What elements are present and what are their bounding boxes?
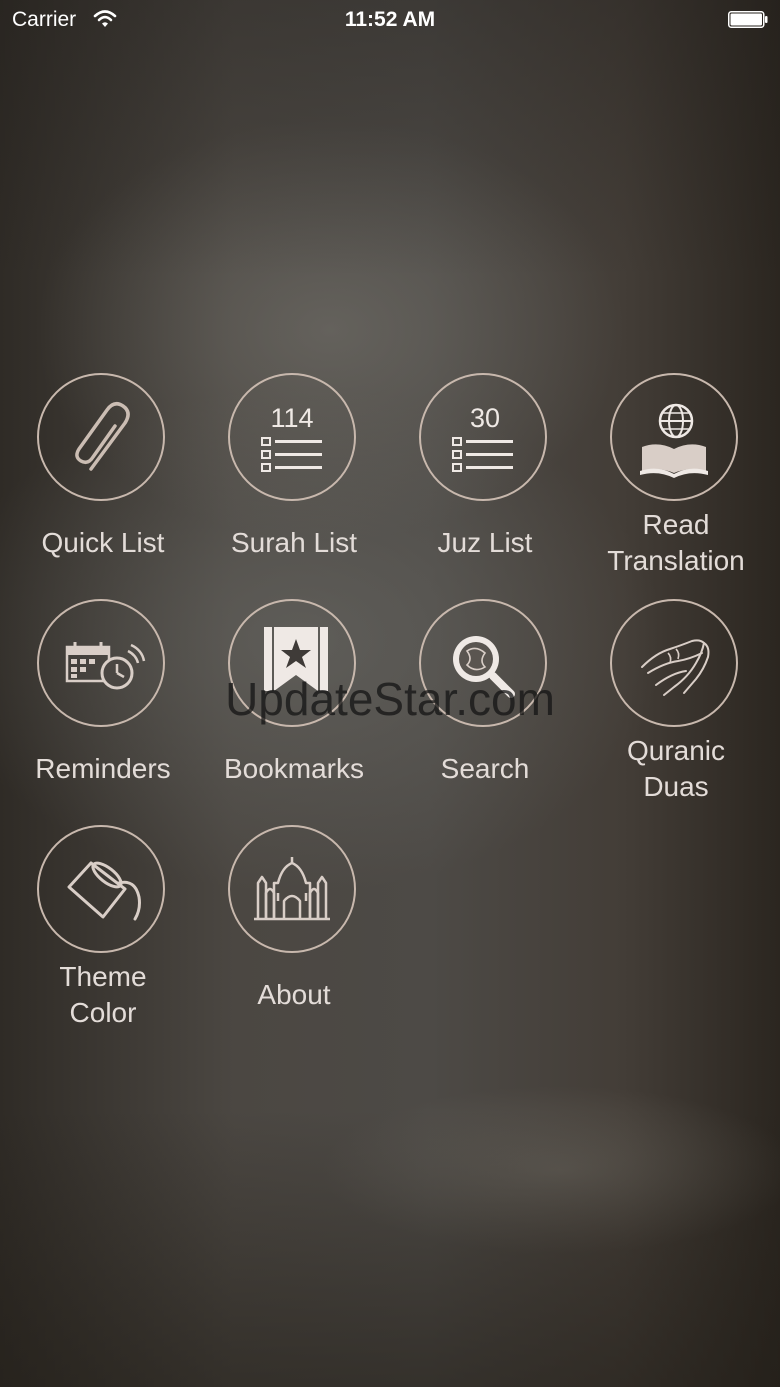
- battery-icon: [728, 11, 768, 28]
- watermark: UpdateStar.com: [225, 673, 555, 725]
- list-icon: 114: [261, 403, 322, 472]
- search-label: Search: [440, 753, 530, 784]
- surah-list-button[interactable]: 114: [228, 373, 356, 501]
- juz-list-button[interactable]: 30: [419, 373, 547, 501]
- quick-list-label: Quick List: [41, 527, 165, 558]
- list-icon: 30: [452, 403, 513, 472]
- quick-list-button[interactable]: [37, 373, 165, 501]
- read-translation-label: Read Translation: [607, 509, 745, 576]
- clock: 11:52 AM: [344, 8, 436, 31]
- juz-count: 30: [470, 403, 500, 433]
- bookmarks-label: Bookmarks: [223, 753, 365, 784]
- status-bar: Carrier 11:52 AM: [0, 0, 780, 40]
- book-globe-icon: [640, 403, 708, 478]
- surah-count: 114: [270, 403, 313, 433]
- mosque-icon: [254, 857, 330, 921]
- about-button[interactable]: [228, 825, 356, 953]
- about-label: About: [257, 979, 331, 1010]
- read-translation-button[interactable]: [610, 373, 738, 501]
- juz-list-label: Juz List: [437, 527, 533, 558]
- theme-color-label: Theme Color: [59, 961, 147, 1028]
- reminders-label: Reminders: [35, 753, 171, 784]
- theme-color-button[interactable]: [37, 825, 165, 953]
- surah-list-label: Surah List: [230, 527, 358, 558]
- quranic-duas-label: Quranic Duas: [626, 735, 726, 802]
- paperclip-icon: [75, 402, 130, 471]
- paint-bucket-icon: [67, 861, 141, 921]
